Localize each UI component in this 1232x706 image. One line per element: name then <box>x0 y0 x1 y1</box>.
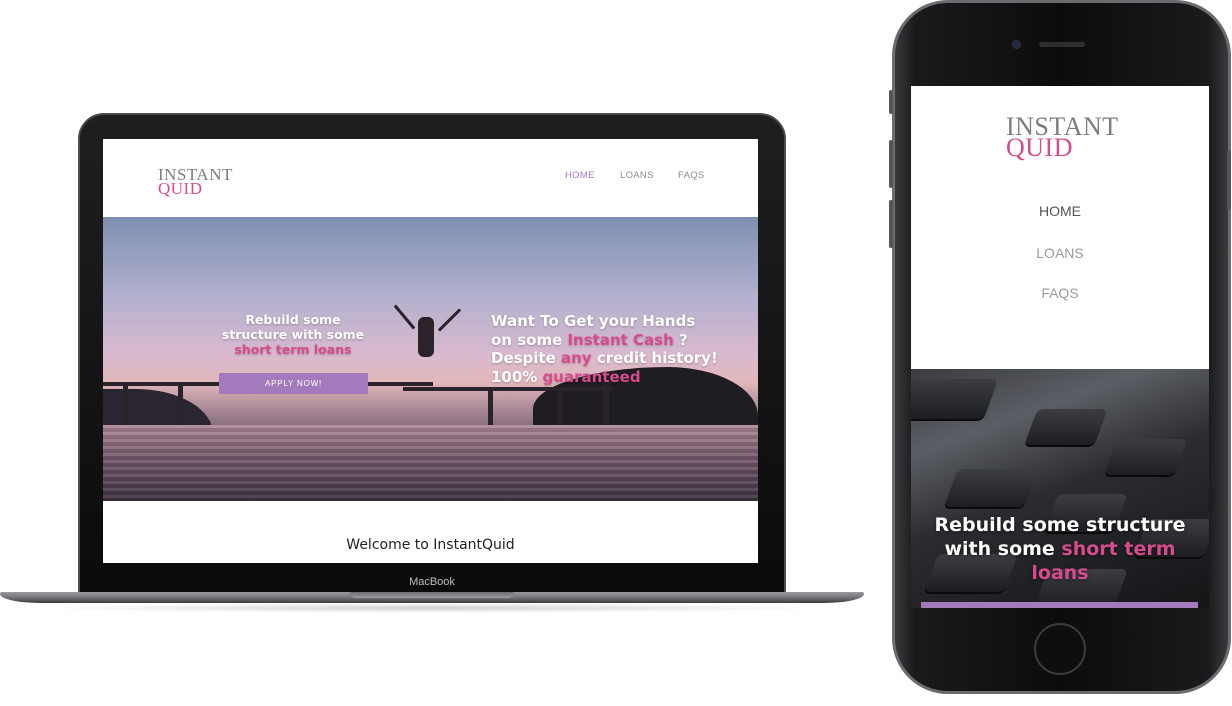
hero-right-line2-post: ? <box>673 330 688 349</box>
keyboard-key <box>1104 439 1188 475</box>
keyboard-key <box>1024 409 1108 445</box>
hero-highlight-any: any <box>561 349 592 367</box>
phone-volume-down <box>889 200 893 248</box>
keyboard-key <box>944 469 1038 507</box>
mobile-hero-line2-pre: with some <box>944 538 1062 560</box>
home-button-icon[interactable] <box>1034 623 1086 675</box>
hero-highlight-instant-cash: Instant Cash <box>567 330 674 349</box>
hero-left-line2: structure with some <box>221 327 365 342</box>
hero-highlight-guaranteed: guaranteed <box>542 367 641 386</box>
pier-post <box>488 387 493 427</box>
mobile-hero: Rebuild some structure with some short t… <box>911 369 1209 608</box>
macbook-label: MacBook <box>409 576 455 588</box>
desktop-logo[interactable]: INSTANT QUID <box>158 166 233 198</box>
hero-right-line3: Despite any credit history! <box>491 349 751 368</box>
mobile-hero-highlight-short-term: short term <box>1061 538 1176 560</box>
desktop-hero: Rebuild some structure with some short t… <box>103 217 758 501</box>
mobile-hero-text: Rebuild some structure with some short t… <box>919 513 1201 585</box>
macbook-shadow <box>30 603 834 613</box>
hero-right-line3-post: credit history! <box>591 349 718 367</box>
welcome-heading: Welcome to InstantQuid <box>346 537 515 553</box>
hero-right-line1: Want To Get your Hands <box>491 312 696 330</box>
hero-right-line3-pre: Despite <box>491 349 561 367</box>
pier-post <box>178 382 183 430</box>
pier-post <box>558 387 563 427</box>
mobile-logo[interactable]: INSTANT QUID <box>1006 113 1119 161</box>
desktop-header: INSTANT QUID HOME LOANS FAQS <box>103 139 758 217</box>
jumper-arm <box>437 308 462 332</box>
logo-line-quid: QUID <box>158 178 203 198</box>
hero-right-line2-pre: on some <box>491 330 568 349</box>
mobile-nav-home[interactable]: HOME <box>911 203 1209 219</box>
keyboard-key <box>911 379 999 419</box>
pier-post <box>603 382 609 426</box>
speaker-icon <box>1039 42 1085 47</box>
nav-loans[interactable]: LOANS <box>620 170 654 181</box>
mobile-hero-line1: Rebuild some structure <box>934 514 1186 536</box>
phone-volume-up <box>889 140 893 188</box>
hero-right-text: Want To Get your Hands on some Instant C… <box>491 312 751 386</box>
macbook-opening-notch <box>350 592 514 598</box>
hero-right-line4: 100% guaranteed <box>491 368 751 387</box>
mobile-apply-button[interactable] <box>921 602 1198 608</box>
phone-mute-switch <box>889 90 893 114</box>
phone-power-button <box>1227 150 1231 210</box>
mobile-nav-loans[interactable]: LOANS <box>911 245 1209 261</box>
mobile-nav-faqs[interactable]: FAQS <box>911 285 1209 301</box>
iphone-screen: INSTANT QUID HOME LOANS FAQS Rebuild som… <box>911 86 1209 608</box>
hero-left-text: Rebuild some structure with some short t… <box>213 312 373 357</box>
camera-icon <box>1012 40 1021 49</box>
mobile-hero-line2: with some short term <box>919 537 1201 561</box>
apply-now-button[interactable]: APPLY NOW! <box>219 373 368 394</box>
pier-post <box>123 382 128 430</box>
nav-home[interactable]: HOME <box>565 170 595 181</box>
nav-faqs[interactable]: FAQS <box>678 170 705 181</box>
macbook-screen: INSTANT QUID HOME LOANS FAQS Rebuild som… <box>103 139 758 563</box>
pier-rail <box>403 387 613 391</box>
hero-right-line2: on some Instant Cash ? <box>491 331 751 350</box>
jumper-figure <box>418 317 434 357</box>
jumper-arm <box>393 304 416 330</box>
mobile-hero-highlight-loans: loans <box>1031 562 1089 584</box>
hero-bg-water <box>103 425 758 501</box>
hero-left-line1: Rebuild some <box>245 312 341 327</box>
hero-right-line4-pre: 100% <box>491 367 543 386</box>
hero-left-highlight: short term loans <box>234 342 352 357</box>
